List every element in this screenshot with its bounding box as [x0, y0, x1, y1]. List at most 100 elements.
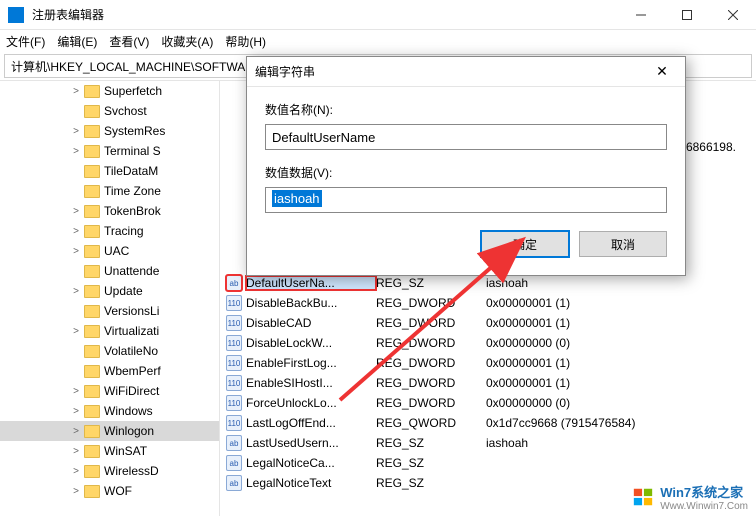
folder-icon — [84, 345, 100, 358]
expand-icon[interactable]: > — [70, 426, 82, 437]
close-button[interactable] — [710, 0, 756, 30]
tree-item[interactable]: >WOF — [0, 481, 219, 501]
tree-item-label: Time Zone — [104, 184, 161, 198]
value-name: LegalNoticeText — [246, 476, 376, 490]
expand-icon[interactable] — [70, 346, 82, 357]
value-type: REG_SZ — [376, 456, 486, 470]
menu-edit[interactable]: 编辑(E) — [57, 33, 97, 50]
tree-item[interactable]: > WirelessD — [0, 461, 219, 481]
expand-icon[interactable] — [70, 166, 82, 177]
tree-item[interactable]: >Superfetch — [0, 81, 219, 101]
value-name: ForceUnlockLo... — [246, 396, 376, 410]
expand-icon[interactable]: > — [70, 206, 82, 217]
value-name: EnableSIHostI... — [246, 376, 376, 390]
value-type-icon: 110 — [226, 395, 242, 411]
tree-item[interactable]: >WinSAT — [0, 441, 219, 461]
expand-icon[interactable]: > — [70, 246, 82, 257]
tree-item[interactable]: >Windows — [0, 401, 219, 421]
expand-icon[interactable] — [70, 186, 82, 197]
app-icon — [8, 7, 24, 23]
tree-item[interactable]: >TokenBrok — [0, 201, 219, 221]
list-row[interactable]: 110ForceUnlockLo...REG_DWORD0x00000000 (… — [220, 393, 756, 413]
expand-icon[interactable]: > — [70, 146, 82, 157]
expand-icon[interactable] — [70, 306, 82, 317]
value-type: REG_SZ — [376, 276, 486, 290]
list-row[interactable]: abLegalNoticeCa...REG_SZ — [220, 453, 756, 473]
tree-item[interactable]: > Tracing — [0, 221, 219, 241]
tree-item[interactable]: >Virtualizati — [0, 321, 219, 341]
dialog-titlebar[interactable]: 编辑字符串 ✕ — [247, 57, 685, 87]
tree-pane[interactable]: >Superfetch Svchost>SystemRes>Terminal S… — [0, 81, 220, 516]
expand-icon[interactable]: > — [70, 406, 82, 417]
menu-view[interactable]: 查看(V) — [109, 33, 149, 50]
expand-icon[interactable] — [70, 366, 82, 377]
tree-item[interactable]: VersionsLi — [0, 301, 219, 321]
tree-item-label: UAC — [104, 244, 129, 258]
tree-item[interactable]: >Terminal S — [0, 141, 219, 161]
watermark-url: Www.Winwin7.Com — [660, 501, 748, 512]
folder-icon — [84, 245, 100, 258]
expand-icon[interactable]: > — [70, 226, 82, 237]
minimize-button[interactable] — [618, 0, 664, 30]
tree-item[interactable]: TileDataM — [0, 161, 219, 181]
menu-file[interactable]: 文件(F) — [6, 33, 45, 50]
value-name: LegalNoticeCa... — [246, 456, 376, 470]
expand-icon[interactable] — [70, 266, 82, 277]
list-row[interactable]: 110DisableLockW...REG_DWORD0x00000000 (0… — [220, 333, 756, 353]
folder-icon — [84, 265, 100, 278]
tree-item-label: VolatileNo — [104, 344, 158, 358]
tree-item[interactable]: Time Zone — [0, 181, 219, 201]
expand-icon[interactable]: > — [70, 86, 82, 97]
expand-icon[interactable]: > — [70, 446, 82, 457]
expand-icon[interactable]: > — [70, 466, 82, 477]
window-title: 注册表编辑器 — [32, 6, 618, 23]
ok-button[interactable]: 确定 — [481, 231, 569, 257]
folder-icon — [84, 405, 100, 418]
value-type-icon: 110 — [226, 295, 242, 311]
list-row[interactable]: 110LastLogOffEnd...REG_QWORD0x1d7cc9668 … — [220, 413, 756, 433]
value-data: 0x00000001 (1) — [486, 316, 756, 330]
cancel-button[interactable]: 取消 — [579, 231, 667, 257]
expand-icon[interactable]: > — [70, 126, 82, 137]
tree-item-label: Tracing — [104, 224, 144, 238]
value-name-input[interactable] — [265, 124, 667, 150]
value-name: LastUsedUsern... — [246, 436, 376, 450]
list-row[interactable]: 110DisableCADREG_DWORD0x00000001 (1) — [220, 313, 756, 333]
tree-item[interactable]: >Winlogon — [0, 421, 219, 441]
expand-icon[interactable]: > — [70, 326, 82, 337]
expand-icon[interactable]: > — [70, 286, 82, 297]
folder-icon — [84, 445, 100, 458]
list-row[interactable]: 110DisableBackBu...REG_DWORD0x00000001 (… — [220, 293, 756, 313]
menu-help[interactable]: 帮助(H) — [225, 33, 266, 50]
tree-item[interactable]: >SystemRes — [0, 121, 219, 141]
tree-item[interactable]: >WiFiDirect — [0, 381, 219, 401]
tree-item[interactable]: VolatileNo — [0, 341, 219, 361]
expand-icon[interactable]: > — [70, 386, 82, 397]
menu-favorites[interactable]: 收藏夹(A) — [161, 33, 213, 50]
list-row[interactable]: 110EnableFirstLog...REG_DWORD0x00000001 … — [220, 353, 756, 373]
value-data: 0x00000001 (1) — [486, 376, 756, 390]
value-type-icon: 110 — [226, 315, 242, 331]
maximize-button[interactable] — [664, 0, 710, 30]
expand-icon[interactable]: > — [70, 486, 82, 497]
list-row[interactable]: 110EnableSIHostI...REG_DWORD0x00000001 (… — [220, 373, 756, 393]
tree-item[interactable]: > UAC — [0, 241, 219, 261]
tree-item-label: WirelessD — [104, 464, 159, 478]
tree-item-label: TileDataM — [104, 164, 158, 178]
value-data-input[interactable]: iashoah — [265, 187, 667, 213]
value-type: REG_DWORD — [376, 296, 486, 310]
watermark: Win7系统之家 Www.Winwin7.Com — [632, 482, 748, 512]
tree-item[interactable]: Svchost — [0, 101, 219, 121]
list-row[interactable]: abLastUsedUsern...REG_SZiashoah — [220, 433, 756, 453]
value-data: 0x1d7cc9668 (7915476584) — [486, 416, 756, 430]
value-type: REG_DWORD — [376, 316, 486, 330]
tree-item[interactable]: Unattende — [0, 261, 219, 281]
value-type-icon: 110 — [226, 415, 242, 431]
tree-item[interactable]: >Update — [0, 281, 219, 301]
dialog-close-button[interactable]: ✕ — [647, 63, 677, 80]
value-name: DisableLockW... — [246, 336, 376, 350]
value-name-label: 数值名称(N): — [265, 101, 667, 118]
expand-icon[interactable] — [70, 106, 82, 117]
list-row[interactable]: abDefaultUserNa...REG_SZiashoah — [220, 273, 756, 293]
tree-item[interactable]: WbemPerf — [0, 361, 219, 381]
